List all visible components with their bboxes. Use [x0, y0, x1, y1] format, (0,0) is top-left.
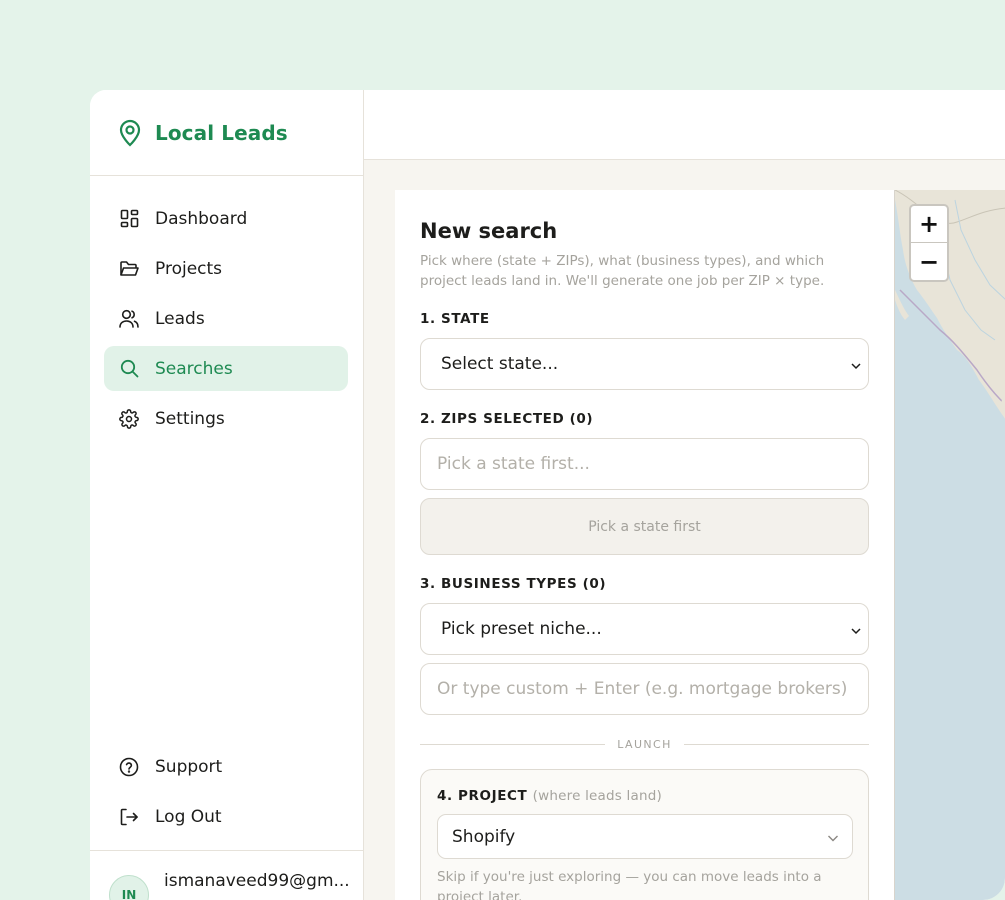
sidebar-bottom-nav: Support Log Out	[104, 744, 348, 844]
sidebar-nav: Dashboard Projects Leads Searches Settin…	[104, 196, 348, 446]
folder-icon	[119, 259, 139, 279]
map-tiles	[895, 190, 1005, 419]
logout-button[interactable]: Log Out	[104, 794, 348, 839]
sidebar-item-label: Log Out	[155, 806, 222, 827]
project-card: 4. PROJECT (where leads land) Shopify Sk…	[420, 769, 869, 900]
page-subtitle: Pick where (state + ZIPs), what (busines…	[420, 253, 825, 289]
sidebar-item-settings[interactable]: Settings	[104, 396, 348, 441]
preset-niche-select[interactable]: Pick preset niche...	[420, 603, 869, 655]
sidebar-item-dashboard[interactable]: Dashboard	[104, 196, 348, 241]
sidebar-item-projects[interactable]: Projects	[104, 246, 348, 291]
sidebar-item-label: Support	[155, 756, 223, 777]
users-icon	[119, 309, 139, 329]
project-select[interactable]: Shopify	[437, 814, 853, 859]
sidebar-item-label: Leads	[155, 308, 205, 329]
launch-divider: LAUNCH	[420, 737, 870, 751]
search-icon	[119, 359, 139, 379]
chevron-down-icon	[826, 830, 840, 844]
sidebar-item-label: Dashboard	[155, 208, 248, 229]
avatar: IN	[109, 875, 149, 900]
user-profile[interactable]: IN ismanaveed99@gm...	[90, 850, 363, 900]
gear-icon	[119, 408, 139, 429]
sidebar-item-searches[interactable]: Searches	[104, 346, 348, 391]
chevron-down-icon	[850, 622, 862, 635]
sidebar-item-leads[interactable]: Leads	[104, 296, 348, 341]
state-select-value: Select state...	[441, 354, 559, 374]
sidebar-item-label: Searches	[155, 358, 233, 379]
project-select-value: Shopify	[452, 826, 516, 847]
launch-divider-label: LAUNCH	[617, 737, 672, 751]
preset-niche-value: Pick preset niche...	[441, 619, 602, 639]
divider-line	[420, 743, 606, 745]
sidebar-item-support[interactable]: Support	[104, 744, 348, 789]
app-window: Local Leads Dashboard Projects Leads Sea…	[90, 90, 1005, 900]
zoom-out-button[interactable]: −	[911, 243, 947, 280]
state-label: 1. STATE	[420, 311, 490, 327]
zips-label: 2. ZIPS SELECTED (0)	[420, 411, 594, 427]
page-title: New search	[420, 219, 558, 243]
main-content: New search Pick where (state + ZIPs), wh…	[364, 90, 1005, 900]
map-view[interactable]: + −	[894, 190, 1005, 900]
business-types-label: 3. BUSINESS TYPES (0)	[420, 576, 607, 592]
help-circle-icon	[119, 757, 139, 777]
chevron-down-icon	[850, 357, 862, 370]
new-search-panel: New search Pick where (state + ZIPs), wh…	[395, 190, 894, 900]
custom-business-type-input[interactable]: Or type custom + Enter (e.g. mortgage br…	[420, 663, 869, 715]
zoom-in-button[interactable]: +	[911, 206, 947, 243]
zips-input[interactable]: Pick a state first...	[420, 438, 869, 490]
project-label-text: 4. PROJECT	[437, 788, 528, 804]
brand[interactable]: Local Leads	[90, 90, 363, 176]
map-zoom-control: + −	[909, 204, 949, 282]
project-label: 4. PROJECT (where leads land)	[437, 788, 662, 804]
project-label-note: (where leads land)	[532, 788, 662, 804]
project-hint: Skip if you're just exploring — you can …	[437, 869, 822, 900]
state-select[interactable]: Select state...	[420, 338, 869, 390]
sidebar: Local Leads Dashboard Projects Leads Sea…	[90, 90, 364, 900]
logout-icon	[119, 807, 139, 827]
top-bar	[364, 90, 1005, 160]
sidebar-item-label: Projects	[155, 258, 223, 279]
user-email: ismanaveed99@gm...	[164, 871, 350, 891]
brand-name: Local Leads	[155, 120, 288, 145]
sidebar-item-label: Settings	[155, 408, 225, 429]
dashboard-grid-icon	[119, 209, 139, 229]
map-pin-icon	[118, 119, 142, 147]
divider-line	[683, 743, 870, 745]
page-background: Local Leads Dashboard Projects Leads Sea…	[0, 0, 1005, 900]
pick-zips-button[interactable]: Pick a state first	[420, 498, 869, 555]
